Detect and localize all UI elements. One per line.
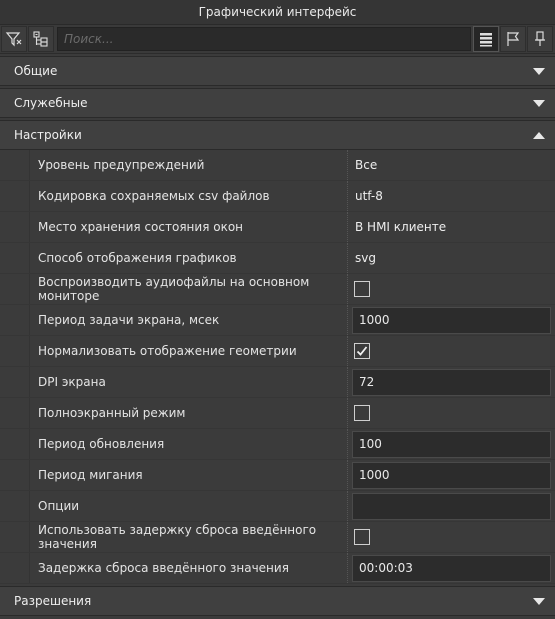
collapse-tree-button[interactable]	[28, 26, 54, 52]
section-service[interactable]: Служебные	[0, 88, 555, 118]
chevron-down-icon	[533, 99, 545, 107]
property-label: Период обновления	[30, 429, 348, 459]
property-row: Период задачи экрана, мсек 1000	[0, 305, 555, 336]
refresh-period-field[interactable]: 100	[352, 430, 551, 458]
filter-button[interactable]	[1, 26, 27, 52]
property-row: Нормализовать отображение геометрии	[0, 336, 555, 367]
property-row: Использовать задержку сброса введённого …	[0, 522, 555, 553]
collapse-tree-icon	[33, 31, 48, 47]
blink-period-field[interactable]: 1000	[352, 461, 551, 489]
property-row: Способ отображения графиков svg	[0, 243, 555, 274]
property-label: Способ отображения графиков	[30, 243, 348, 273]
property-label: Полноэкранный режим	[30, 398, 348, 428]
chevron-up-icon	[533, 131, 545, 139]
chevron-down-icon	[533, 597, 545, 605]
section-service-label: Служебные	[14, 96, 88, 110]
normalize-geometry-checkbox[interactable]	[354, 343, 370, 359]
property-row: Уровень предупреждений Все	[0, 150, 555, 181]
flag-button[interactable]	[500, 26, 526, 52]
section-general-label: Общие	[14, 64, 58, 78]
property-label: Задержка сброса введённого значения	[30, 553, 348, 583]
csv-encoding-value[interactable]: utf-8	[352, 189, 383, 203]
property-label: Период мигания	[30, 460, 348, 490]
property-label: Использовать задержку сброса введённого …	[30, 522, 348, 552]
window-state-storage-value[interactable]: В HMI клиенте	[352, 220, 446, 234]
search-input[interactable]	[57, 27, 471, 51]
property-label: Место хранения состояния окон	[30, 212, 348, 242]
property-row: Кодировка сохраняемых csv файлов utf-8	[0, 181, 555, 212]
checkmark-icon	[356, 346, 368, 356]
property-row: Период обновления 100	[0, 429, 555, 460]
list-view-button[interactable]	[473, 26, 499, 52]
property-label: Опции	[30, 491, 348, 521]
settings-property-list: Уровень предупреждений Все Кодировка сох…	[0, 150, 555, 584]
fullscreen-checkbox[interactable]	[354, 405, 370, 421]
section-settings-label: Настройки	[14, 128, 82, 142]
property-row: Период мигания 1000	[0, 460, 555, 491]
property-label: Уровень предупреждений	[30, 150, 348, 180]
flag-icon	[507, 32, 520, 46]
filter-icon	[5, 32, 22, 47]
reset-delay-field[interactable]: 00:00:03	[352, 554, 551, 582]
property-label: Нормализовать отображение геометрии	[30, 336, 348, 366]
screen-dpi-field[interactable]: 72	[352, 368, 551, 396]
property-row: Полноэкранный режим	[0, 398, 555, 429]
section-permissions-label: Разрешения	[14, 594, 92, 608]
toolbar	[0, 25, 555, 54]
section-general[interactable]: Общие	[0, 56, 555, 86]
property-row: Опции	[0, 491, 555, 522]
property-label: Период задачи экрана, мсек	[30, 305, 348, 335]
play-audio-main-monitor-checkbox[interactable]	[354, 281, 370, 297]
window-title: Графический интерфейс	[0, 0, 555, 25]
list-view-icon	[480, 33, 492, 47]
property-row: DPI экрана 72	[0, 367, 555, 398]
chart-render-mode-value[interactable]: svg	[352, 251, 376, 265]
section-settings[interactable]: Настройки	[0, 120, 555, 150]
property-label: Воспроизводить аудиофайлы на основном мо…	[30, 274, 348, 304]
property-label: Кодировка сохраняемых csv файлов	[30, 181, 348, 211]
warning-level-value[interactable]: Все	[352, 158, 377, 172]
property-label: DPI экрана	[30, 367, 348, 397]
use-reset-delay-checkbox[interactable]	[354, 529, 370, 545]
options-field[interactable]	[352, 492, 551, 520]
property-row: Задержка сброса введённого значения 00:0…	[0, 553, 555, 584]
pin-icon	[535, 31, 545, 46]
screen-task-period-field[interactable]: 1000	[352, 306, 551, 334]
pin-button[interactable]	[527, 26, 553, 52]
section-permissions[interactable]: Разрешения	[0, 586, 555, 616]
property-row: Место хранения состояния окон В HMI клие…	[0, 212, 555, 243]
chevron-down-icon	[533, 67, 545, 75]
property-row: Воспроизводить аудиофайлы на основном мо…	[0, 274, 555, 305]
